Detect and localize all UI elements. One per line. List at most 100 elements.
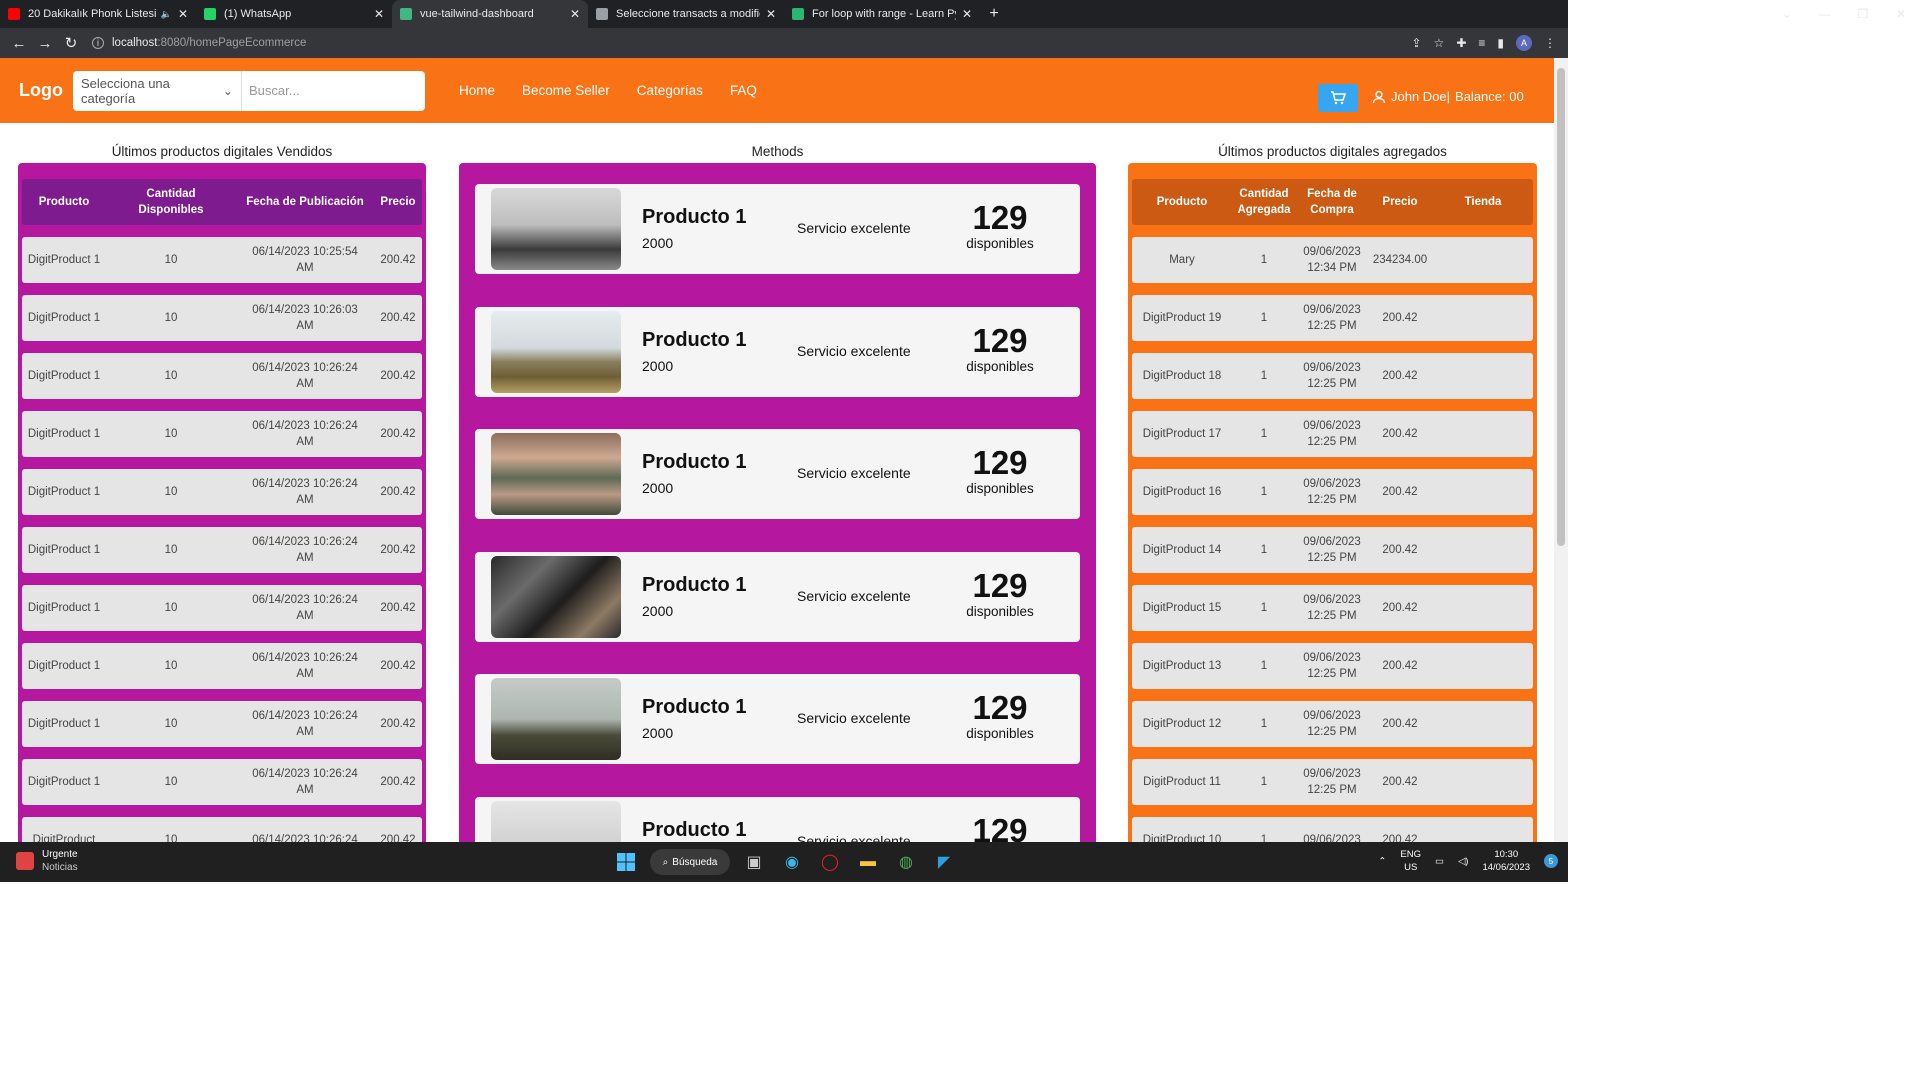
nav-link-faq[interactable]: FAQ: [730, 83, 757, 98]
bookmark-star-icon[interactable]: ☆: [1434, 36, 1445, 50]
page-scrollbar[interactable]: [1554, 58, 1568, 842]
table-row[interactable]: DigitProduct 1 10 06/14/2023 10:26:24 AM 20…: [22, 353, 422, 399]
tab-search-icon[interactable]: ⌄: [1768, 0, 1806, 28]
added-products-panel: Producto Cantidad Agregada Fecha de Comp…: [1128, 163, 1537, 842]
profile-avatar[interactable]: A: [1516, 35, 1532, 51]
network-icon[interactable]: ▭: [1435, 855, 1444, 868]
news-subtitle: Noticias: [42, 862, 78, 873]
table-row[interactable]: DigitProduct 19 1 09/06/2023 12:25 PM 200.4…: [1132, 295, 1533, 341]
table-row[interactable]: DigitProduct 1 10 06/14/2023 10:25:54 AM 20…: [22, 237, 422, 283]
table-row[interactable]: DigitProduct 1 10 06/14/2023 10:26:24 AM 20…: [22, 643, 422, 689]
back-icon[interactable]: ←: [6, 30, 32, 56]
taskbar-search[interactable]: ⌕ Búsqueda: [650, 849, 730, 875]
table-row[interactable]: DigitProduct 1 10 06/14/2023 10:26:24 AM 20…: [22, 585, 422, 631]
windows-start-icon[interactable]: [612, 846, 640, 878]
news-title: Urgente: [42, 849, 78, 860]
table-row[interactable]: DigitProduct 1 10 06/14/2023 10:26:24 AM 20…: [22, 469, 422, 515]
cell-store: [1442, 353, 1524, 399]
cell-price: 200.42: [380, 486, 416, 498]
product-card[interactable]: Producto 1 Servicio excelente 129: [475, 796, 1080, 842]
cell-store: [1442, 295, 1524, 341]
table-row[interactable]: DigitProduct 1 10 06/14/2023 10:26:03 AM 20…: [22, 295, 422, 341]
reload-icon[interactable]: ↻: [58, 30, 84, 56]
edge-icon[interactable]: ◉: [778, 846, 806, 878]
tray-expand-icon[interactable]: ⌃: [1378, 855, 1386, 868]
cell-price: 200.42: [1382, 776, 1418, 788]
cart-button[interactable]: [1318, 84, 1358, 112]
site-info-icon[interactable]: i: [92, 37, 104, 49]
media-control-icon[interactable]: ≡: [1478, 36, 1485, 50]
restore-icon[interactable]: ❐: [1844, 0, 1882, 28]
table-row[interactable]: DigitProduct 17 1 09/06/2023 12:25 PM 200.4…: [1132, 411, 1533, 457]
table-row[interactable]: DigitProduct 1 10 06/14/2023 10:26:24 AM 20…: [22, 759, 422, 805]
file-explorer-icon[interactable]: ▬: [854, 846, 882, 878]
new-tab-button[interactable]: +: [980, 0, 1008, 28]
product-count: 129: [972, 566, 1028, 604]
window-controls: ⌄ — ❐ ✕: [1768, 0, 1920, 28]
audio-playing-icon[interactable]: 🔈: [161, 9, 172, 20]
url-field[interactable]: i localhost:8080/homePageEcommerce: [92, 31, 1411, 55]
product-card[interactable]: Producto 1 2000 Servicio excelente 129 dispo…: [475, 429, 1080, 519]
table-row[interactable]: DigitProduct 10 1 09/06/2023 200.42: [1132, 817, 1533, 842]
nav-link-become-seller[interactable]: Become Seller: [522, 83, 610, 98]
browser-tab[interactable]: 20 Dakikalık Phonk Listesi - Y 🔈 ✕: [0, 0, 196, 28]
logo[interactable]: Logo: [19, 80, 63, 101]
close-tab-icon[interactable]: ✕: [962, 7, 972, 21]
user-area[interactable]: John Doe| Balance: 00: [1372, 89, 1524, 104]
close-tab-icon[interactable]: ✕: [178, 7, 188, 21]
nav-link-home[interactable]: Home: [459, 83, 495, 98]
table-row[interactable]: DigitProduct 16 1 09/06/2023 12:25 PM 200.4…: [1132, 469, 1533, 515]
table-row[interactable]: DigitProduct 18 1 09/06/2023 12:25 PM 200.4…: [1132, 353, 1533, 399]
table-row[interactable]: DigitProduct 1 10 06/14/2023 10:26:24 AM 20…: [22, 411, 422, 457]
nav-link-categorias[interactable]: Categorías: [637, 83, 703, 98]
forward-icon[interactable]: →: [32, 30, 58, 56]
scrollbar-thumb[interactable]: [1557, 68, 1565, 546]
table-row[interactable]: DigitProduct 1 10 06/14/2023 10:26:24 AM 20…: [22, 527, 422, 573]
extensions-icon[interactable]: ✚: [1456, 36, 1466, 50]
language-indicator[interactable]: ENG US: [1400, 848, 1421, 874]
browser-tab[interactable]: vue-tailwind-dashboard ✕: [392, 0, 588, 28]
product-card[interactable]: Producto 1 2000 Servicio excelente 129 dispo…: [475, 674, 1080, 764]
table-row[interactable]: DigitProduct 10 06/14/2023 10:26:24 200.42: [22, 817, 422, 842]
side-panel-icon[interactable]: ▮: [1497, 36, 1504, 50]
close-tab-icon[interactable]: ✕: [766, 7, 776, 21]
tab-title: (1) WhatsApp: [224, 8, 292, 20]
share-icon[interactable]: ⇪: [1411, 36, 1421, 50]
product-card[interactable]: Producto 1 2000 Servicio excelente 129 dispo…: [475, 184, 1080, 274]
table-row[interactable]: DigitProduct 15 1 09/06/2023 12:25 PM 200.4…: [1132, 585, 1533, 631]
cell-store: [1442, 411, 1524, 457]
table-row[interactable]: DigitProduct 11 1 09/06/2023 12:25 PM 200.4…: [1132, 759, 1533, 805]
notification-badge[interactable]: 5: [1544, 854, 1558, 868]
table-row[interactable]: DigitProduct 14 1 09/06/2023 12:25 PM 200.4…: [1132, 527, 1533, 573]
news-widget[interactable]: Urgente Noticias: [16, 848, 78, 874]
browser-tab[interactable]: (1) WhatsApp ✕: [196, 0, 392, 28]
browser-tab[interactable]: Seleccione transacts a modificar ✕: [588, 0, 784, 28]
opera-icon[interactable]: ◯: [816, 846, 844, 878]
cell-product: DigitProduct: [32, 834, 96, 842]
product-card[interactable]: Producto 1 2000 Servicio excelente 129 dispo…: [475, 551, 1080, 642]
table-row[interactable]: DigitProduct 1 10 06/14/2023 10:26:24 AM 20…: [22, 701, 422, 747]
cell-store: [1442, 643, 1524, 689]
table-row[interactable]: Mary 1 09/06/2023 12:34 PM 234234.00: [1132, 237, 1533, 283]
volume-icon[interactable]: ◁): [1458, 855, 1468, 868]
close-window-icon[interactable]: ✕: [1882, 0, 1920, 28]
globe-icon: [596, 8, 608, 20]
product-card[interactable]: Producto 1 2000 Servicio excelente 129 dispo…: [475, 306, 1080, 397]
browser-menu-icon[interactable]: ⋮: [1544, 36, 1556, 50]
chrome-icon[interactable]: ◍: [892, 846, 920, 878]
browser-tab[interactable]: For loop with range - Learn Pytho ✕: [784, 0, 980, 28]
close-tab-icon[interactable]: ✕: [570, 7, 580, 21]
table-row[interactable]: DigitProduct 13 1 09/06/2023 12:25 PM 200.4…: [1132, 643, 1533, 689]
task-view-icon[interactable]: ▣: [740, 846, 768, 878]
vscode-icon[interactable]: ◤: [930, 846, 958, 878]
cell-product: DigitProduct 19: [1142, 312, 1222, 324]
close-tab-icon[interactable]: ✕: [374, 7, 384, 21]
category-select[interactable]: Selecciona una categoría ⌄: [73, 70, 242, 111]
cell-quantity: 10: [164, 660, 178, 672]
table-row[interactable]: DigitProduct 12 1 09/06/2023 12:25 PM 200.4…: [1132, 701, 1533, 747]
cell-price: 200.42: [380, 544, 416, 556]
search-input[interactable]: [241, 70, 425, 111]
clock[interactable]: 10:30 14/06/2023: [1482, 848, 1530, 874]
minimize-icon[interactable]: —: [1806, 0, 1844, 28]
cell-product: DigitProduct 17: [1142, 428, 1222, 440]
